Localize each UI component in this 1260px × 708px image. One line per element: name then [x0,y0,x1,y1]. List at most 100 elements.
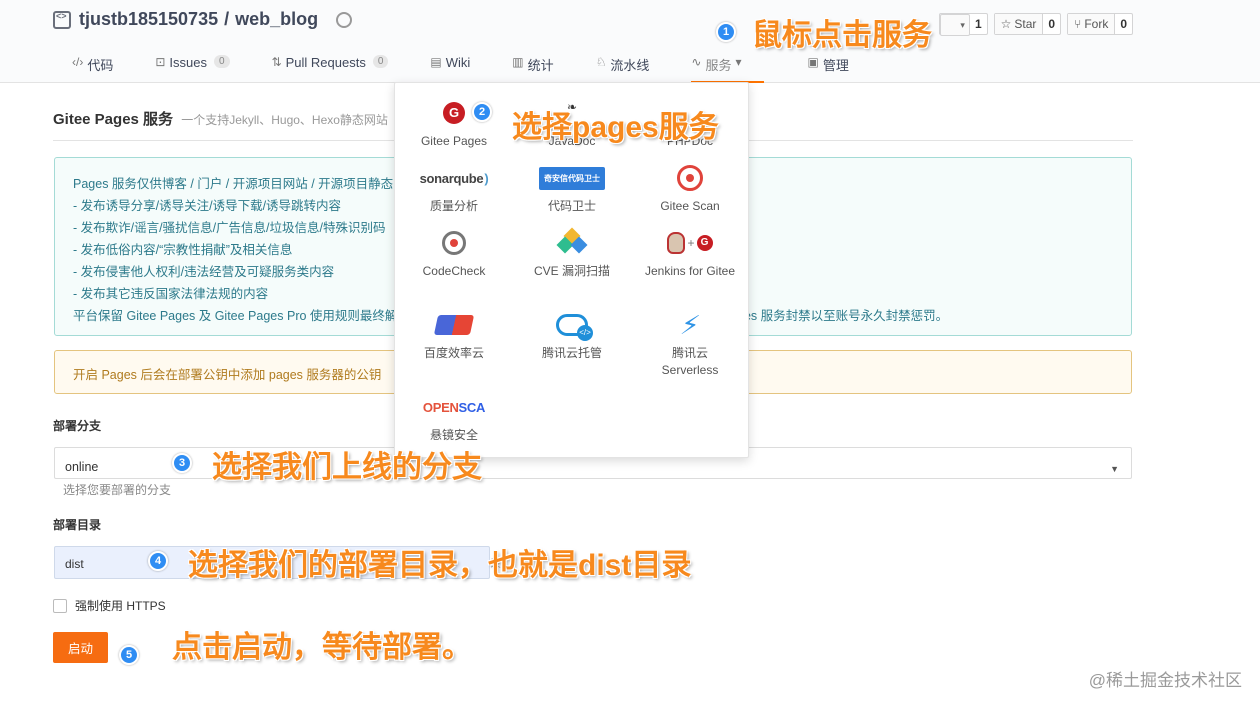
service-label: Gitee Scan [660,199,720,213]
tab-label: 流水线 [610,58,650,73]
tab-label: 代码 [87,58,114,73]
tab-label: 服务 [705,58,732,73]
code-icon: ‹/› [72,55,84,69]
service-icon: ∿ [691,55,702,69]
chevron-down-icon: ▾ [735,55,742,69]
service-code-guard[interactable]: 奇安信代码卫士 代码卫士 [513,164,631,215]
opensca-logo-b: SCA [458,399,486,415]
star-icon: ☆ [1000,17,1012,31]
service-quality-analysis[interactable]: sonarqube 质量分析 [395,164,513,215]
step-annotation-4: 选择我们的部署目录，也就是dist目录 [188,549,692,582]
opensca-icon: OPENSCA [422,399,486,416]
step-marker-3: 3 [172,453,192,473]
star-label: Star [1014,17,1037,31]
tab-issues[interactable]: ⊡ Issues 0 [155,53,230,83]
repo-tabs: ‹/› 代码 ⊡ Issues 0 ⇅ Pull Requests 0 ▤ Wi… [72,53,849,83]
cve-scan-icon [556,227,588,256]
manage-icon: ▣ [807,55,819,69]
service-jenkins[interactable]: + G Jenkins for Gitee [631,229,749,280]
tencent-cloudbase-icon [556,314,593,341]
page-title-text: Gitee Pages 服务 [53,111,174,128]
dir-value: dist [65,557,84,571]
fork-icon: ⑂ [1074,17,1082,31]
service-opensca[interactable]: OPENSCA 悬镜安全 [395,393,513,444]
star-count: 0 [1048,17,1056,31]
notice-last-left: 平台保留 Gitee Pages 及 Gitee Pages Pro 使用规则最… [73,309,410,323]
fork-button[interactable]: ⑂ Fork 0 [1067,13,1133,35]
repo-separator: / [224,9,230,29]
service-codecheck[interactable]: CodeCheck [395,229,513,280]
issues-icon: ⊡ [155,55,166,69]
jenkins-icon: + G [667,232,713,254]
service-label: CodeCheck [422,264,486,278]
service-label: 代码卫士 [547,199,596,213]
pipeline-icon: ♘ [595,55,607,69]
service-label: 腾讯云托管 [541,346,602,360]
watermark: @稀土掘金技术社区 [1088,671,1242,690]
gitee-scan-icon [677,165,703,191]
watch-button[interactable]: ▾ 1 [938,13,988,36]
repo-title: tjustb185150735 / web_blog [53,9,353,30]
step-marker-1: 1 [716,22,736,42]
step-marker-4: 4 [148,551,168,571]
tab-code[interactable]: ‹/› 代码 [72,53,113,83]
tab-label: Pull Requests [285,55,366,70]
https-checkbox[interactable] [53,598,67,613]
opensca-logo-a: OPEN [422,399,459,415]
tab-service[interactable]: ∿ 服务 ▾ [691,53,764,83]
step-annotation-2: 选择pages服务 [512,111,719,144]
service-label: 腾讯云 Serverless [661,346,719,377]
fork-count: 0 [1120,17,1127,31]
branch-value: online [65,460,99,474]
wiki-icon: ▤ [430,55,442,69]
repo-name[interactable]: web_blog [235,9,318,30]
https-option[interactable]: 强制使用 HTTPS [53,597,166,614]
page-title: Gitee Pages 服务 一个支持Jekyll、Hugo、Hexo静态网站 [53,108,388,129]
watch-count: 1 [974,17,982,31]
gitee-pages-icon: G [443,102,465,124]
issues-count-badge: 0 [213,55,230,68]
watch-dropdown[interactable]: ▾ [939,14,970,36]
repo-header: tjustb185150735 / web_blog ▾ 1 ☆Star 0 ⑂… [0,0,1260,83]
service-tencent-serverless[interactable]: ⚡ 腾讯云 Serverless [631,309,749,379]
baidu-efficiency-icon [433,315,475,335]
tab-label: 管理 [822,58,849,73]
tab-manage[interactable]: ▣ 管理 [808,53,849,83]
page-subtitle: 一个支持Jekyll、Hugo、Hexo静态网站 [181,113,388,127]
fork-label: Fork [1084,17,1109,31]
step-annotation-3: 选择我们上线的分支 [212,451,482,484]
service-gitee-scan[interactable]: Gitee Scan [631,164,749,215]
step-annotation-5: 点击启动，等待部署。 [172,631,472,664]
service-baidu[interactable]: 百度效率云 [395,311,513,362]
tab-pull-requests[interactable]: ⇅ Pull Requests 0 [272,53,389,83]
pull-request-icon: ⇅ [271,55,282,69]
start-button[interactable]: 启动 [53,632,108,663]
service-tencent-cloudbase[interactable]: 腾讯云托管 [513,311,631,362]
https-label: 强制使用 HTTPS [75,599,166,613]
repo-owner[interactable]: tjustb185150735 [79,9,218,30]
qax-codesafe-icon: 奇安信代码卫士 [539,166,605,190]
service-cve-scan[interactable]: CVE 漏洞扫描 [513,227,631,280]
stats-icon: ▥ [512,55,524,69]
step-marker-2: 2 [472,102,492,122]
service-gitee-pages[interactable]: G Gitee Pages [395,99,513,150]
branch-label: 部署分支 [53,419,102,433]
notice-last-right: ges 服务封禁以至账号永久封禁惩罚。 [737,309,949,323]
star-button[interactable]: ☆ Star 0 [993,13,1062,35]
dir-label: 部署目录 [53,518,102,532]
step-annotation-1: 鼠标点击服务 [752,19,932,52]
service-label: Jenkins for Gitee [644,264,736,278]
tab-pipeline[interactable]: ♘ 流水线 [596,53,650,83]
tencent-serverless-icon: ⚡ [678,309,702,340]
sonarqube-icon: sonarqube [420,170,489,187]
tab-label: Wiki [445,55,471,70]
service-label: CVE 漏洞扫描 [533,264,610,278]
tab-label: 统计 [527,58,554,73]
service-label: 百度效率云 [423,346,484,360]
branch-help-text: 选择您要部署的分支 [63,483,172,497]
codecheck-icon [442,231,466,255]
service-label: Gitee Pages [420,134,488,148]
tab-stats[interactable]: ▥ 统计 [512,53,553,83]
repo-icon [53,10,71,29]
tab-wiki[interactable]: ▤ Wiki [430,53,470,83]
